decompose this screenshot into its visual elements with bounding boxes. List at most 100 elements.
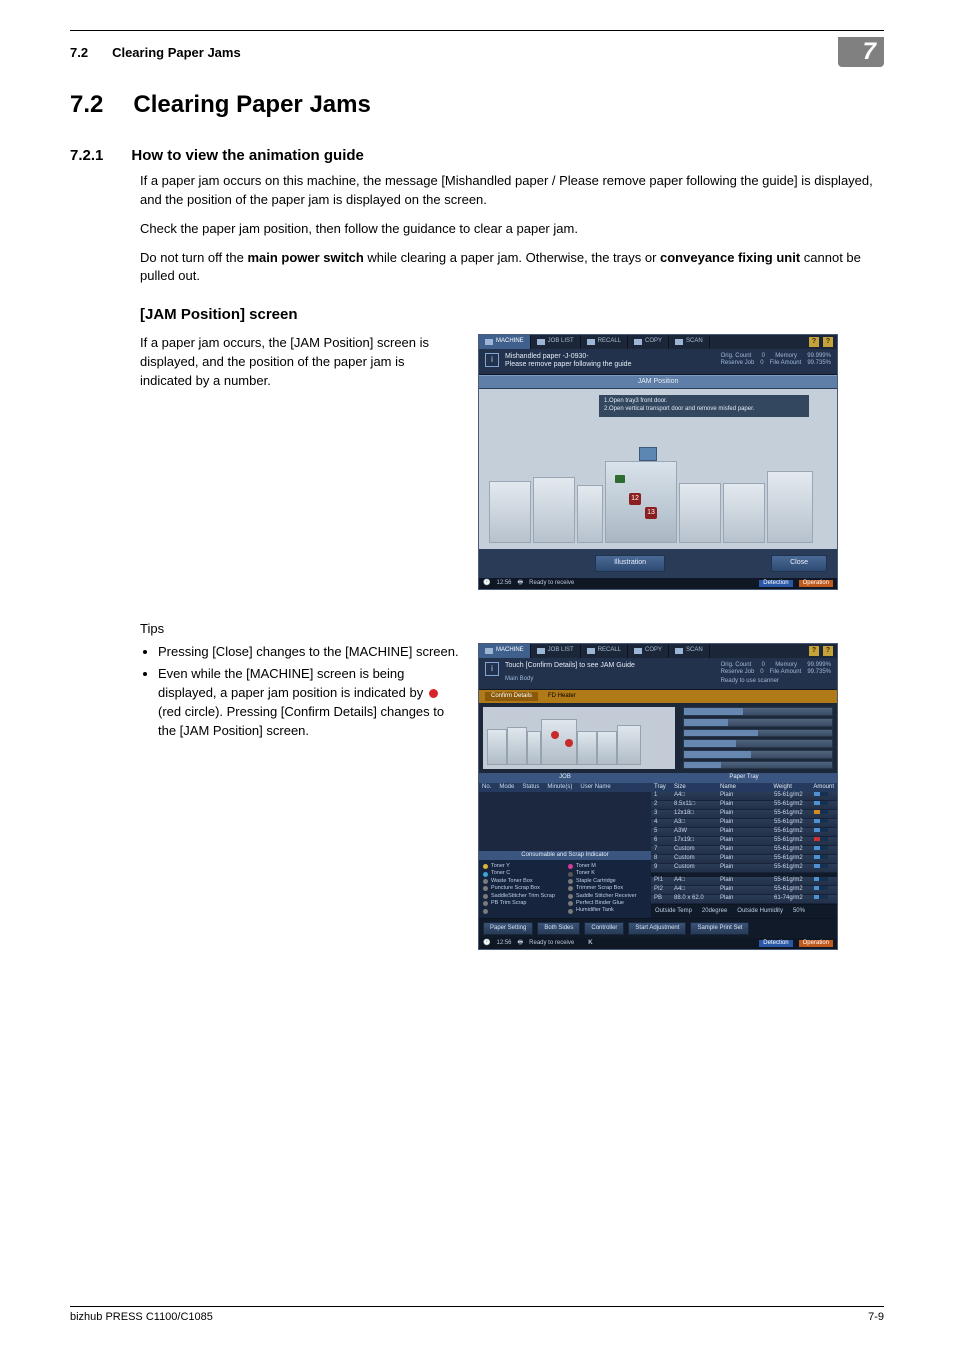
equipment-diagram-small <box>483 707 675 769</box>
h1-number: 7.2 <box>70 91 103 119</box>
tab-joblist[interactable]: JOB LIST <box>531 644 581 658</box>
printer-icon: 🖶 <box>518 940 524 947</box>
table-row: 1A4□Plain55-61g/m2 <box>651 792 837 801</box>
message-bar: i Mishandled paper -J-0930- Please remov… <box>479 349 837 375</box>
h1-title: Clearing Paper Jams <box>133 91 370 119</box>
controller-button[interactable]: Controller <box>584 922 624 935</box>
consumable-item: Toner Y <box>483 863 562 870</box>
recall-icon <box>587 648 595 654</box>
message-bar: i Touch [Confirm Details] to see JAM Gui… <box>479 658 837 691</box>
consumable-item: Saddle Stitcher Receiver <box>568 893 647 900</box>
machine-icon <box>485 648 493 654</box>
tab-scan[interactable]: SCAN <box>669 335 710 349</box>
table-row: 312x18□Plain55-61g/m2 <box>651 810 837 819</box>
table-row: 9CustomPlain55-61g/m2 <box>651 864 837 873</box>
tab-copy[interactable]: COPY <box>628 644 669 658</box>
operation-chip: Operation <box>799 580 833 587</box>
consumables-header: Consumable and Scrap Indicator <box>479 851 651 860</box>
recall-icon <box>587 339 595 345</box>
equipment-diagram: 12 13 <box>489 433 827 543</box>
footer-product: bizhub PRESS C1100/C1085 <box>70 1311 213 1323</box>
consumable-item: Staple Cartridge <box>568 878 647 885</box>
jam-position-screenshot: MACHINE JOB LIST RECALL COPY SCAN ? ? i <box>478 334 838 590</box>
paper-tray-columns: Tray Size Name Weight Amount <box>651 783 837 792</box>
tab-machine[interactable]: MACHINE <box>479 644 531 658</box>
detection-chip: Detection <box>759 580 792 587</box>
help-icon[interactable]: ? <box>809 646 819 656</box>
help-icon[interactable]: ? <box>809 337 819 347</box>
info-icon: i <box>485 353 499 367</box>
page-header: 7.2 Clearing Paper Jams 7 <box>70 37 884 67</box>
intro-p2: Check the paper jam position, then follo… <box>140 220 884 239</box>
footer-page-number: 7-9 <box>868 1311 884 1323</box>
job-list-empty <box>479 792 651 851</box>
clock-icon: 🕐 <box>483 580 490 587</box>
instruction-box: 1.Open tray3 front door. 2.Open vertical… <box>599 395 809 417</box>
main-body-label: Main Body <box>505 676 635 683</box>
tab-recall[interactable]: RECALL <box>581 335 628 349</box>
section-heading: 7.2 Clearing Paper Jams <box>70 91 884 119</box>
table-row: PI1A4□Plain55-61g/m2 <box>651 877 837 886</box>
joblist-icon <box>537 339 545 345</box>
jam-number-badge: 13 <box>645 507 657 519</box>
fd-heater-label: FD Heater <box>548 693 576 700</box>
consumable-item: Toner M <box>568 863 647 870</box>
paper-tray-rows: 1A4□Plain55-61g/m228.5x11□Plain55-61g/m2… <box>651 792 837 873</box>
scan-icon <box>675 648 683 654</box>
sample-print-button[interactable]: Sample Print Set <box>690 922 749 935</box>
intro-p3: Do not turn off the main power switch wh… <box>140 249 884 287</box>
info-icon: i <box>485 662 499 676</box>
start-adjustment-button[interactable]: Start Adjustment <box>628 922 686 935</box>
operation-chip: Operation <box>799 940 833 947</box>
jam-number-badge: 12 <box>629 493 641 505</box>
environment-row: Outside Temp20degree Outside Humidity50% <box>651 904 837 918</box>
pi-rows: PI1A4□Plain55-61g/m2PI2A4□Plain55-61g/m2… <box>651 877 837 904</box>
help2-icon[interactable]: ? <box>823 337 833 347</box>
header-section-number: 7.2 <box>70 45 88 60</box>
consumable-item: Toner C <box>483 870 562 877</box>
help2-icon[interactable]: ? <box>823 646 833 656</box>
close-button[interactable]: Close <box>771 555 827 571</box>
tab-recall[interactable]: RECALL <box>581 644 628 658</box>
confirm-details-button[interactable]: Confirm Details <box>485 692 538 701</box>
status-bar: 🕐 12:56 🖶 Ready to receive K Detection O… <box>479 938 837 949</box>
subsection-heading: 7.2.1 How to view the animation guide <box>70 147 884 164</box>
tab-bar: MACHINE JOB LIST RECALL COPY SCAN ? ? <box>479 335 837 349</box>
both-sides-button[interactable]: Both Sides <box>537 922 580 935</box>
table-row: 4A3□Plain55-61g/m2 <box>651 819 837 828</box>
page-footer: bizhub PRESS C1100/C1085 7-9 <box>70 1306 884 1323</box>
tab-bar: MACHINE JOB LIST RECALL COPY SCAN ? ? <box>479 644 837 658</box>
consumable-item: Puncture Scrap Box <box>483 885 562 892</box>
job-header: JOB <box>479 773 651 782</box>
jam-diagram-area: 1.Open tray3 front door. 2.Open vertical… <box>479 389 837 549</box>
machine-icon <box>485 339 493 345</box>
paper-tray-header: Paper Tray <box>651 773 837 782</box>
tray-levels <box>683 707 833 769</box>
tab-scan[interactable]: SCAN <box>669 644 710 658</box>
table-row: 28.5x11□Plain55-61g/m2 <box>651 801 837 810</box>
tips-label: Tips <box>140 620 884 639</box>
green-marker <box>615 475 625 483</box>
tab-copy[interactable]: COPY <box>628 335 669 349</box>
consumable-item <box>483 907 562 914</box>
counters: Orig. Count0Memory99.999% Reserve Job0Fi… <box>721 662 831 686</box>
joblist-icon <box>537 648 545 654</box>
tab-joblist[interactable]: JOB LIST <box>531 335 581 349</box>
printer-icon: 🖶 <box>518 580 524 587</box>
tab-machine[interactable]: MACHINE <box>479 335 531 349</box>
jam-message-line2: Please remove paper following the guide <box>505 361 631 369</box>
scan-icon <box>675 339 683 345</box>
illustration-button[interactable]: Illustration <box>595 555 665 571</box>
consumable-item: SaddleStitcher Trim Scrap <box>483 893 562 900</box>
table-row: 7CustomPlain55-61g/m2 <box>651 846 837 855</box>
detection-chip: Detection <box>759 940 792 947</box>
table-row: PB88.0 x 62.0Plain61-74g/m2 <box>651 895 837 904</box>
jam-position-paragraph: If a paper jam occurs, the [JAM Position… <box>140 334 460 391</box>
consumable-item: Waste Toner Box <box>483 878 562 885</box>
jam-position-heading: [JAM Position] screen <box>140 304 884 326</box>
warning-bar: Confirm Details FD Heater <box>479 690 837 703</box>
h2-title: How to view the animation guide <box>131 147 364 164</box>
paper-setting-button[interactable]: Paper Setting <box>483 922 533 935</box>
clock-icon: 🕐 <box>483 940 490 947</box>
tip-item-1: Pressing [Close] changes to the [MACHINE… <box>158 643 460 662</box>
